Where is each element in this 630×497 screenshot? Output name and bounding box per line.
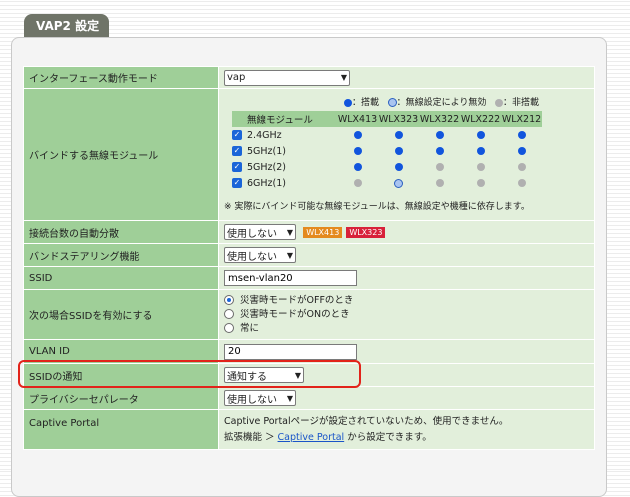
mounted-dot-icon — [394, 147, 403, 155]
module-name: 6GHz(1) — [247, 177, 286, 189]
interface-mode-select[interactable]: vap ▼ — [224, 69, 350, 86]
auto-distribution-value: 使用しない — [227, 228, 277, 240]
module-checkbox[interactable]: ✓ — [232, 146, 242, 156]
not-mounted-dot-icon — [476, 179, 485, 187]
module-row: ✓ 5GHz(1) — [232, 143, 542, 159]
module-note: ※ 実際にバインド可能な無線モジュールは、無線設定や機種に依存します。 — [224, 202, 530, 212]
captive-portal-link[interactable]: Captive Portal — [278, 432, 345, 443]
radio-button[interactable] — [224, 323, 234, 333]
wlx323-badge: WLX323 — [346, 226, 386, 238]
module-col-header: 無線モジュール — [232, 111, 337, 127]
ssid-enable-option[interactable]: 災害時モードがOFFのとき — [224, 294, 594, 308]
module-table: 無線モジュール WLX413 WLX323 WLX322 WLX222 WLX2… — [232, 111, 542, 191]
model-col-header: WLX413 — [337, 111, 378, 127]
ssid-enable-option[interactable]: 災害時モードがONのとき — [224, 308, 594, 322]
captive-portal-label: Captive Portal — [23, 409, 219, 450]
mounted-dot-icon — [343, 98, 352, 107]
model-col-header: WLX323 — [378, 111, 419, 127]
vlan-id-highlight-box — [18, 360, 361, 388]
band-steering-label: バンドステアリング機能 — [23, 243, 219, 267]
wlx413-badge: WLX413 — [303, 226, 343, 238]
module-name: 2.4GHz — [247, 129, 282, 141]
chevron-down-icon: ▼ — [286, 393, 293, 403]
option-label: 常に — [240, 322, 260, 334]
chevron-down-icon: ▼ — [340, 73, 347, 82]
ssid-enable-label: 次の場合SSIDを有効にする — [23, 289, 219, 340]
hint-suffix: から設定できます。 — [344, 432, 432, 443]
not-mounted-dot-icon — [517, 163, 526, 171]
chevron-down-icon: ▼ — [286, 250, 293, 260]
radio-button[interactable] — [224, 295, 234, 305]
not-mounted-dot-icon — [476, 163, 485, 171]
captive-portal-message: Captive Portalページが設定されていないため、使用できません。 — [224, 416, 509, 427]
band-steering-select[interactable]: 使用しない ▼ — [224, 247, 296, 263]
disabled-dot-icon — [394, 178, 403, 188]
interface-mode-value: vap — [227, 72, 246, 83]
mounted-dot-icon — [353, 147, 362, 155]
ssid-input[interactable] — [224, 270, 357, 286]
mounted-dot-icon — [476, 147, 485, 155]
privacy-separator-value: 使用しない — [227, 394, 277, 406]
not-mounted-dot-icon — [494, 98, 503, 107]
module-checkbox[interactable]: ✓ — [232, 130, 242, 140]
not-mounted-dot-icon — [435, 163, 444, 171]
band-steering-value: 使用しない — [227, 251, 277, 263]
vlan-id-input[interactable] — [224, 343, 357, 360]
module-checkbox[interactable]: ✓ — [232, 178, 242, 188]
captive-portal-hint: 拡張機能 ＞ Captive Portal から設定できます。 — [224, 429, 594, 443]
ssid-enable-option[interactable]: 常に — [224, 322, 594, 336]
module-row: ✓ 6GHz(1) — [232, 175, 542, 191]
mounted-dot-icon — [476, 131, 485, 139]
legend-disabled: ：無線設定により無効 — [396, 98, 487, 108]
option-label: 災害時モードがONのとき — [240, 308, 350, 320]
auto-distribution-select[interactable]: 使用しない ▼ — [224, 224, 296, 240]
legend-mounted: ：搭載 — [351, 98, 379, 108]
privacy-separator-select[interactable]: 使用しない ▼ — [224, 390, 296, 406]
not-mounted-dot-icon — [435, 179, 444, 187]
module-legend: ：搭載 ：無線設定により無効 ：非搭載 — [224, 89, 594, 108]
interface-mode-label: インターフェース動作モード — [23, 66, 219, 89]
auto-distribution-label: 接続台数の自動分散 — [23, 220, 219, 244]
not-mounted-dot-icon — [517, 179, 526, 187]
model-col-header: WLX212 — [501, 111, 542, 127]
privacy-separator-label: プライバシーセパレータ — [23, 386, 219, 410]
ssid-label: SSID — [23, 266, 219, 290]
option-label: 災害時モードがOFFのとき — [240, 294, 354, 306]
mounted-dot-icon — [394, 163, 403, 171]
module-checkbox[interactable]: ✓ — [232, 162, 242, 172]
module-name: 5GHz(1) — [247, 145, 286, 157]
mounted-dot-icon — [517, 131, 526, 139]
chevron-down-icon: ▼ — [286, 227, 293, 237]
hint-prefix: 拡張機能 ＞ — [224, 432, 278, 443]
mounted-dot-icon — [353, 131, 362, 139]
module-row: ✓ 5GHz(2) — [232, 159, 542, 175]
mounted-dot-icon — [394, 131, 403, 139]
settings-tab: VAP2 設定 — [24, 14, 109, 38]
model-col-header: WLX322 — [419, 111, 460, 127]
mounted-dot-icon — [353, 163, 362, 171]
not-mounted-dot-icon — [353, 179, 362, 187]
disabled-dot-icon — [387, 98, 397, 107]
mounted-dot-icon — [435, 147, 444, 155]
module-name: 5GHz(2) — [247, 161, 286, 173]
mounted-dot-icon — [517, 147, 526, 155]
module-row: ✓ 2.4GHz — [232, 127, 542, 143]
bind-module-label: バインドする無線モジュール — [23, 88, 219, 221]
radio-button[interactable] — [224, 309, 234, 319]
mounted-dot-icon — [435, 131, 444, 139]
settings-table: インターフェース動作モード vap ▼ バインドする無線モジュール ：搭載 ：無… — [23, 66, 595, 450]
legend-not-mounted: ：非搭載 — [502, 98, 539, 108]
model-col-header: WLX222 — [460, 111, 501, 127]
